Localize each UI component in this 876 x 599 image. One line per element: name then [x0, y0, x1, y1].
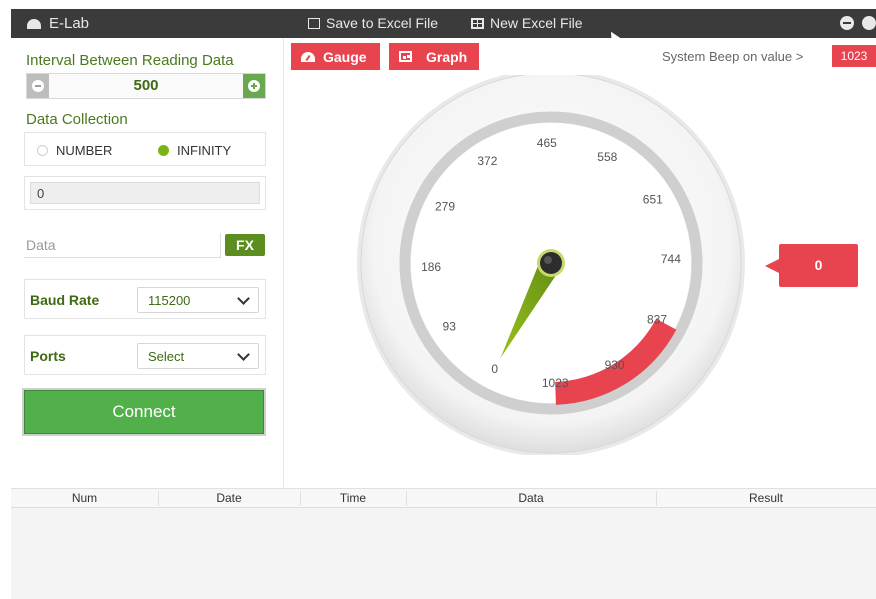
radio-number[interactable]: NUMBER — [37, 143, 112, 158]
gauge-tick-label: 744 — [661, 252, 681, 266]
increment-button[interactable] — [243, 74, 265, 98]
table-header: Num Date Time Data Result — [11, 489, 876, 508]
needle-hub — [540, 252, 562, 274]
plus-icon — [248, 80, 260, 92]
interval-label: Interval Between Reading Data — [26, 52, 234, 69]
new-label: New Excel File — [490, 15, 583, 31]
gauge-icon — [27, 18, 41, 29]
gauge-tick-label: 930 — [605, 358, 625, 372]
save-label: Save to Excel File — [326, 15, 439, 31]
collection-mode-group: NUMBER INFINITY — [24, 132, 266, 166]
readout-box: 0 — [24, 176, 266, 210]
chevron-down-icon — [237, 292, 250, 305]
ports-select[interactable]: Select — [137, 343, 259, 369]
data-input[interactable] — [24, 233, 221, 258]
col-time[interactable]: Time — [300, 491, 407, 506]
radio-on-icon — [158, 145, 169, 156]
gauge-dial: 0 93 186 279 372 465 558 651 744 837 930 1023 — [357, 75, 745, 455]
gauge-tick-label: 558 — [597, 150, 617, 164]
graph-icon — [399, 51, 412, 62]
baud-rate-label: Baud Rate — [30, 292, 100, 308]
ports-value: Select — [148, 349, 185, 364]
app-title-label: E-Lab — [49, 15, 90, 32]
gauge-tick-label: 93 — [443, 320, 457, 334]
col-num[interactable]: Num — [11, 491, 159, 506]
tab-graph[interactable]: Graph — [389, 43, 479, 70]
gauge-tick-label: 1023 — [542, 376, 569, 390]
data-table: Num Date Time Data Result — [11, 488, 876, 599]
gauge-tick-label: 186 — [421, 260, 441, 274]
save-to-excel-button[interactable]: Save to Excel File — [308, 15, 438, 31]
interval-value[interactable]: 500 — [49, 77, 243, 94]
gauge-tick-label: 372 — [477, 154, 497, 168]
ports-row: Ports Select — [24, 335, 266, 375]
title-bar: E-Lab Save to Excel File New Excel File — [11, 9, 876, 38]
decrement-button[interactable] — [27, 74, 49, 98]
table-icon — [471, 17, 484, 29]
baud-rate-value: 115200 — [148, 293, 191, 308]
close-icon[interactable] — [862, 16, 876, 30]
minimize-icon[interactable] — [840, 16, 854, 30]
readout-value: 0 — [30, 182, 260, 204]
settings-panel: Interval Between Reading Data 500 Data C… — [11, 38, 284, 488]
new-excel-button[interactable]: New Excel File — [471, 15, 583, 31]
fx-button[interactable]: FX — [225, 234, 265, 256]
baud-rate-row: Baud Rate 115200 — [24, 279, 266, 319]
radio-off-icon — [37, 145, 48, 156]
minus-icon — [32, 80, 44, 92]
app-title: E-Lab — [27, 15, 89, 32]
tab-graph-label: Graph — [426, 48, 468, 65]
radio-infinity[interactable]: INFINITY — [158, 143, 231, 158]
current-value-callout: 0 — [765, 244, 858, 287]
data-collection-label: Data Collection — [26, 111, 128, 128]
gauge-tick-label: 837 — [647, 312, 667, 326]
beep-label: System Beep on value > — [662, 49, 804, 64]
gauge-tick-label: 465 — [537, 136, 557, 150]
tab-gauge-label: Gauge — [323, 48, 367, 65]
col-result[interactable]: Result — [656, 491, 876, 506]
needle-hub-highlight — [544, 256, 552, 264]
radio-number-label: NUMBER — [56, 143, 113, 158]
interval-stepper[interactable]: 500 — [26, 73, 266, 99]
col-data[interactable]: Data — [406, 491, 657, 506]
col-date[interactable]: Date — [158, 491, 301, 506]
beep-threshold-value[interactable]: 1023 — [832, 45, 876, 67]
radio-infinity-label: INFINITY — [177, 143, 232, 158]
gauge-tick-label: 651 — [643, 192, 663, 206]
save-icon — [308, 17, 320, 29]
ports-label: Ports — [30, 348, 66, 364]
gauge-icon — [301, 51, 315, 62]
gauge-tick-label: 279 — [435, 200, 455, 214]
tab-gauge[interactable]: Gauge — [291, 43, 380, 70]
baud-rate-select[interactable]: 115200 — [137, 287, 259, 313]
chevron-down-icon — [237, 348, 250, 361]
gauge-tick-label: 0 — [491, 362, 498, 376]
connect-button[interactable]: Connect — [24, 390, 264, 434]
